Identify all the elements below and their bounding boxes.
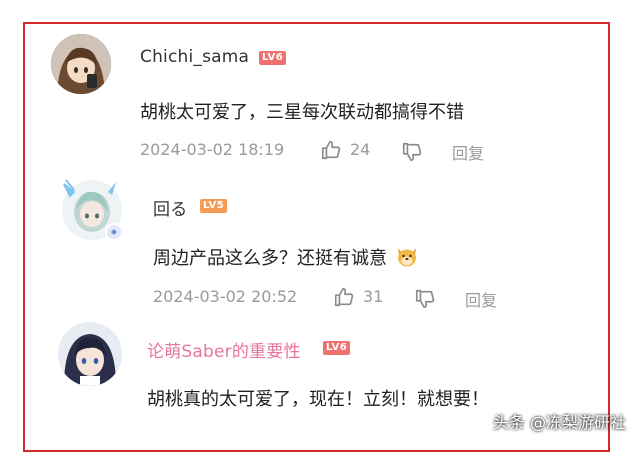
comment-text: 胡桃太可爱了，三星每次联动都搞得不错 (140, 102, 464, 123)
thumbs-down-icon[interactable] (414, 288, 436, 314)
comment-text: 周边产品这么多？还挺有诚意 (153, 244, 419, 273)
comment-text: 胡桃真的太可爱了，现在！立刻！就想要！ (147, 389, 489, 410)
avatar[interactable] (54, 170, 128, 244)
avatar[interactable] (58, 322, 122, 386)
reply-button[interactable]: 回复 (465, 287, 497, 311)
thumbs-up-icon[interactable] (320, 139, 342, 165)
username[interactable]: Chichi_sama (140, 47, 249, 67)
level-badge: LV5 (200, 199, 228, 213)
username[interactable]: 回る (153, 195, 187, 220)
thumbs-down-icon[interactable] (401, 141, 423, 167)
comment-time: 2024-03-02 18:19 (140, 140, 285, 159)
like-count: 24 (350, 140, 371, 159)
dog-emoji-icon (395, 244, 419, 273)
level-badge: LV6 (259, 51, 287, 65)
reply-button[interactable]: 回复 (452, 140, 484, 164)
thumbs-up-icon[interactable] (333, 286, 355, 312)
comment-time: 2024-03-02 20:52 (153, 287, 298, 306)
like-count: 31 (363, 287, 384, 306)
watermark: 头条 @冻梨游研社 (492, 413, 626, 432)
level-badge: LV6 (323, 341, 351, 355)
avatar[interactable] (51, 34, 111, 94)
username[interactable]: 论萌Saber的重要性 (147, 337, 301, 362)
comment-text-content: 周边产品这么多？还挺有诚意 (153, 248, 387, 269)
